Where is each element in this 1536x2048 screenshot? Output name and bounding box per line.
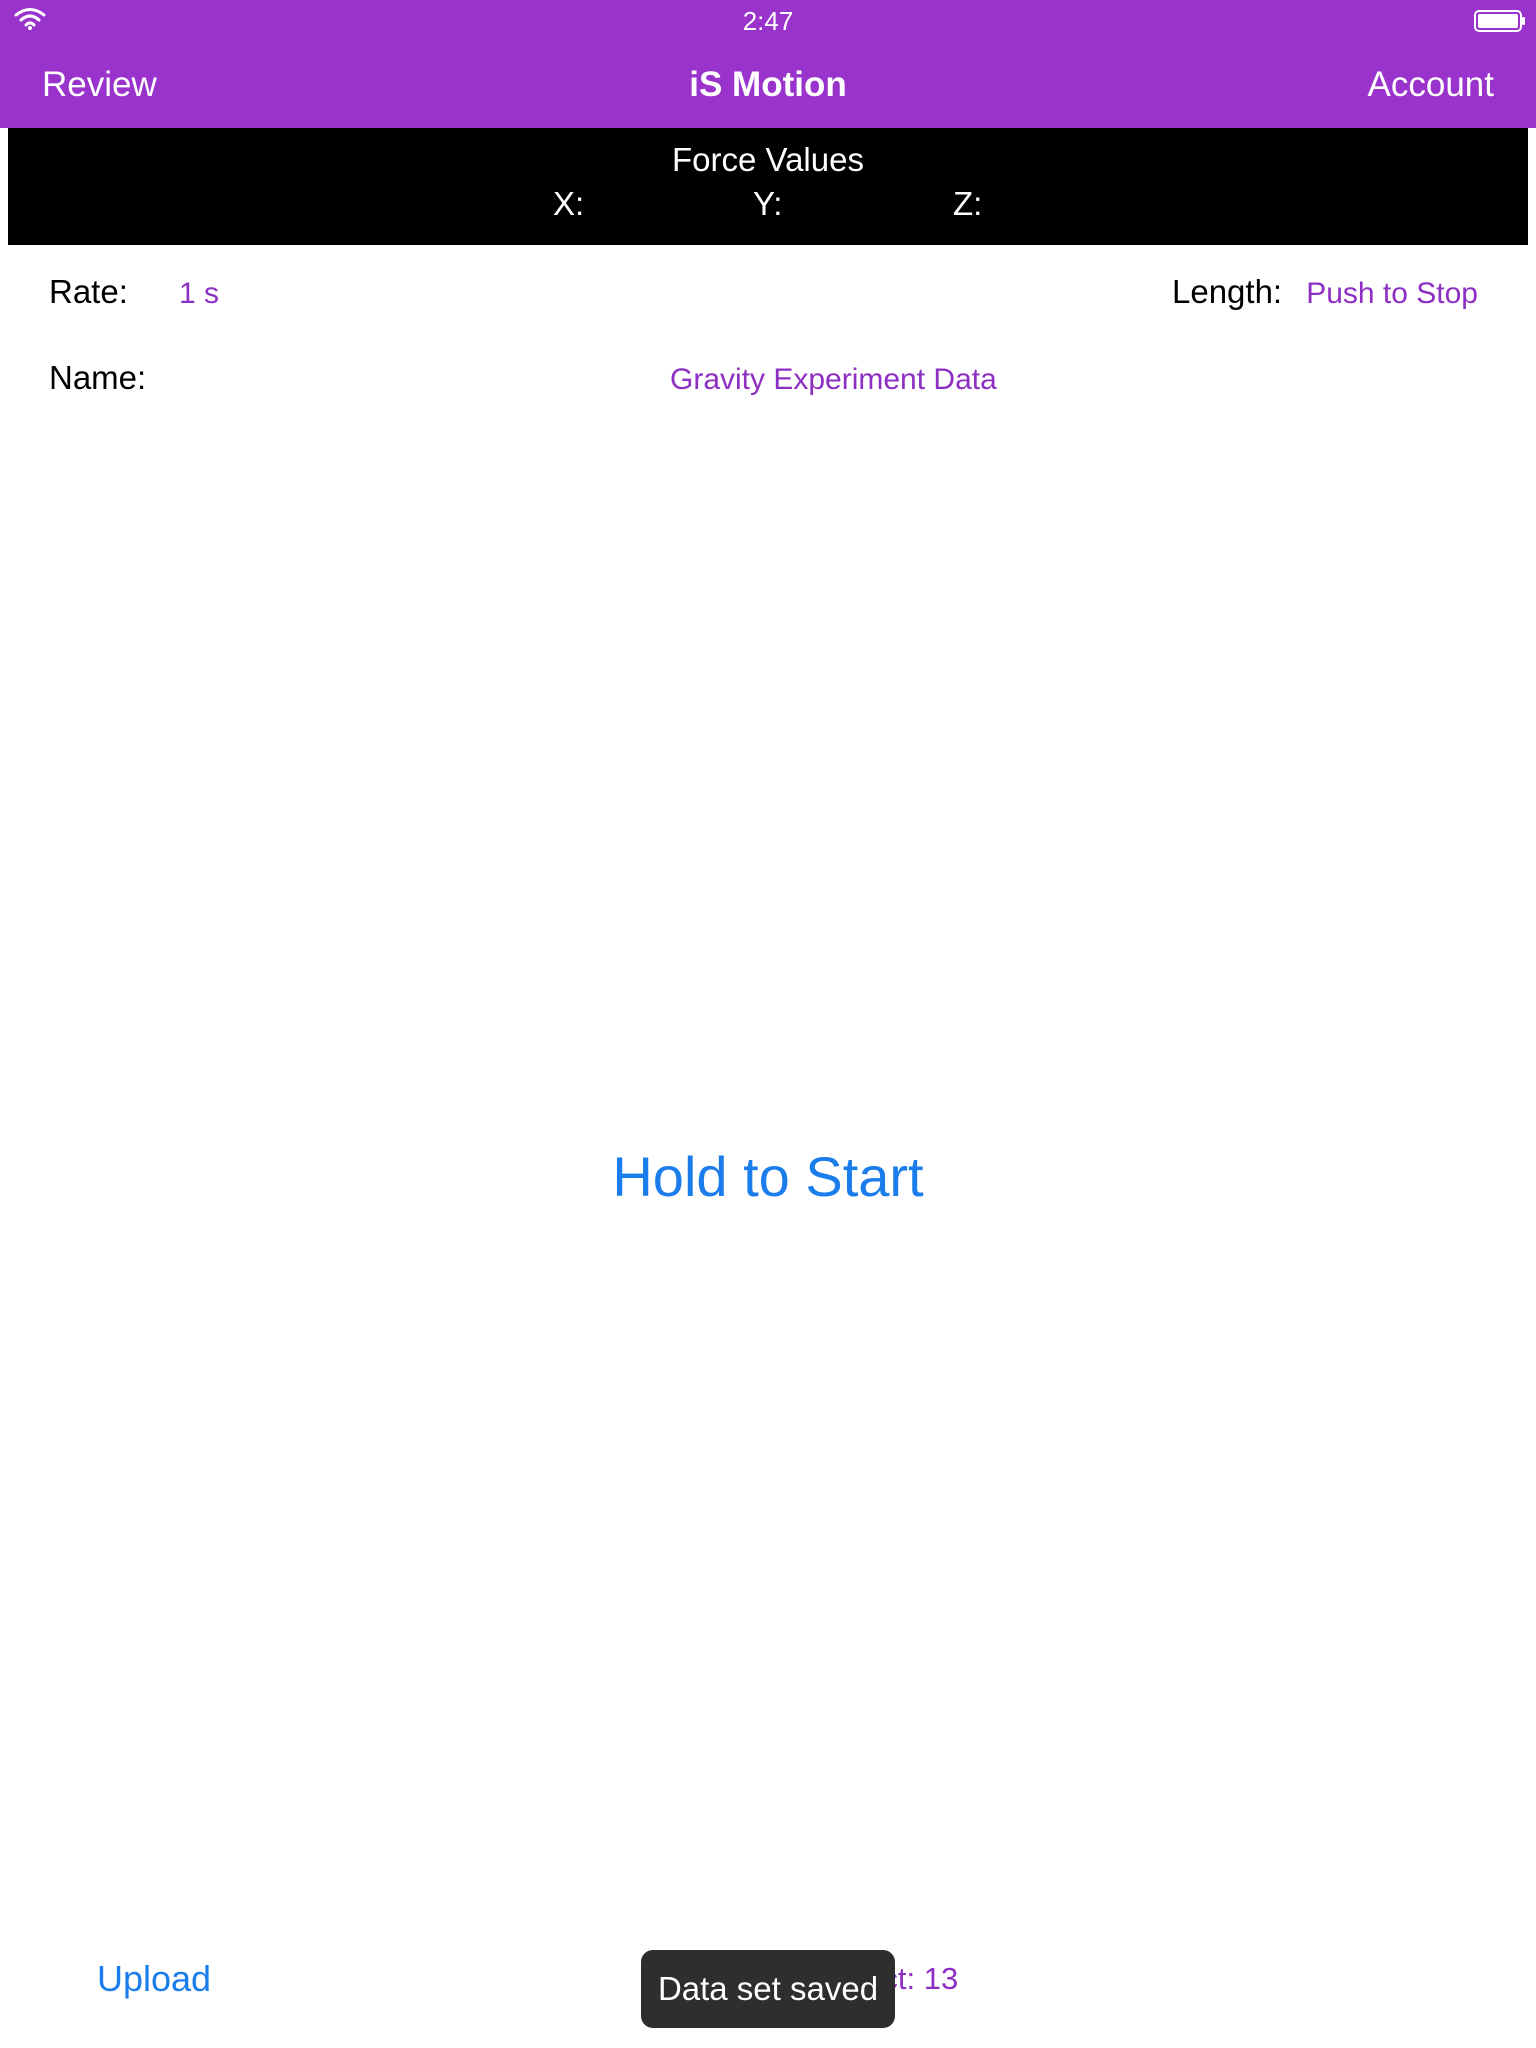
rate-selector[interactable]: 1 s <box>179 272 219 316</box>
force-x-label: X: <box>553 185 585 222</box>
force-y-label: Y: <box>753 185 783 222</box>
status-time: 2:47 <box>742 6 794 36</box>
length-label: Length: <box>1172 273 1283 310</box>
battery-icon <box>1474 10 1525 32</box>
name-label: Name: <box>49 359 147 396</box>
force-values-panel: Force Values X: Y: Z: <box>8 128 1528 245</box>
length-selector[interactable]: Push to Stop <box>1306 272 1478 316</box>
upload-button[interactable]: Upload <box>97 1955 211 2003</box>
nav-header: 2:47 Review iS Motion Account <box>0 0 1536 128</box>
hold-to-start-button[interactable]: Hold to Start <box>0 1140 1536 1214</box>
rate-label: Rate: <box>49 273 128 310</box>
page-title: iS Motion <box>689 65 847 104</box>
account-button[interactable]: Account <box>1368 60 1494 110</box>
force-z-label: Z: <box>953 185 983 222</box>
force-values-title: Force Values <box>672 141 864 178</box>
name-field[interactable]: Gravity Experiment Data <box>670 358 997 402</box>
toast-message: Data set saved <box>641 1950 895 2028</box>
